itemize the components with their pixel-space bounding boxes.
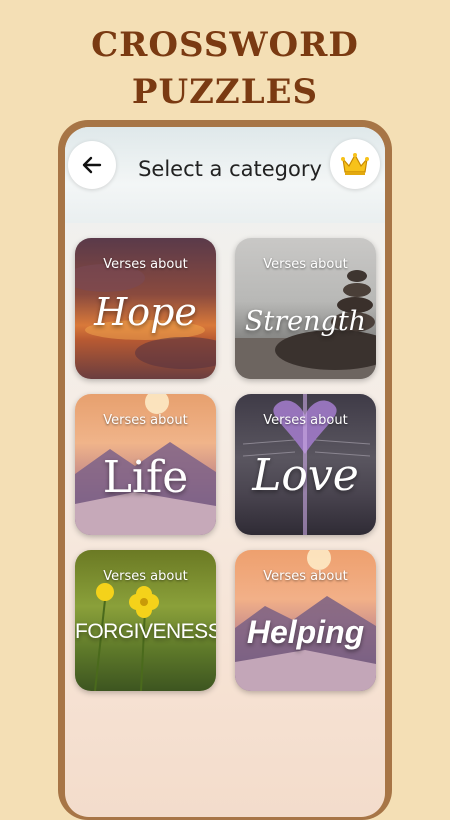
page-title: Select a category — [138, 157, 322, 181]
tile-label: FORGIVENESS — [75, 620, 216, 643]
tile-subtitle: Verses about — [103, 413, 188, 428]
app-screen: Select a category Verses about Hope Vers… — [65, 127, 385, 817]
tile-label: Love — [252, 450, 359, 501]
tile-subtitle: Verses about — [103, 257, 188, 272]
crown-icon — [341, 153, 369, 175]
tile-label: Strength — [244, 306, 367, 337]
back-arrow-icon — [82, 156, 102, 174]
tile-subtitle: Verses about — [263, 413, 348, 428]
category-tile-helping[interactable]: Verses about Helping — [235, 550, 376, 691]
header-bar: Select a category — [65, 127, 385, 223]
category-tile-love[interactable]: Verses about Love — [235, 394, 376, 535]
tile-label: Helping — [246, 614, 365, 650]
tile-subtitle: Verses about — [103, 569, 188, 584]
tile-subtitle: Verses about — [263, 257, 348, 272]
category-tile-forgiveness[interactable]: Verses about FORGIVENESS — [75, 550, 216, 691]
tile-subtitle: Verses about — [263, 569, 348, 584]
back-button[interactable] — [68, 141, 116, 189]
premium-button[interactable] — [330, 139, 380, 189]
promo-title-line1: CROSSWORD PUZZLES — [91, 25, 359, 112]
tile-label: Hope — [94, 290, 197, 334]
category-tile-life[interactable]: Verses about Life — [75, 394, 216, 535]
category-tile-hope[interactable]: Verses about Hope — [75, 238, 216, 379]
category-tile-strength[interactable]: Verses about Strength — [235, 238, 376, 379]
tile-label: Life — [102, 452, 189, 503]
